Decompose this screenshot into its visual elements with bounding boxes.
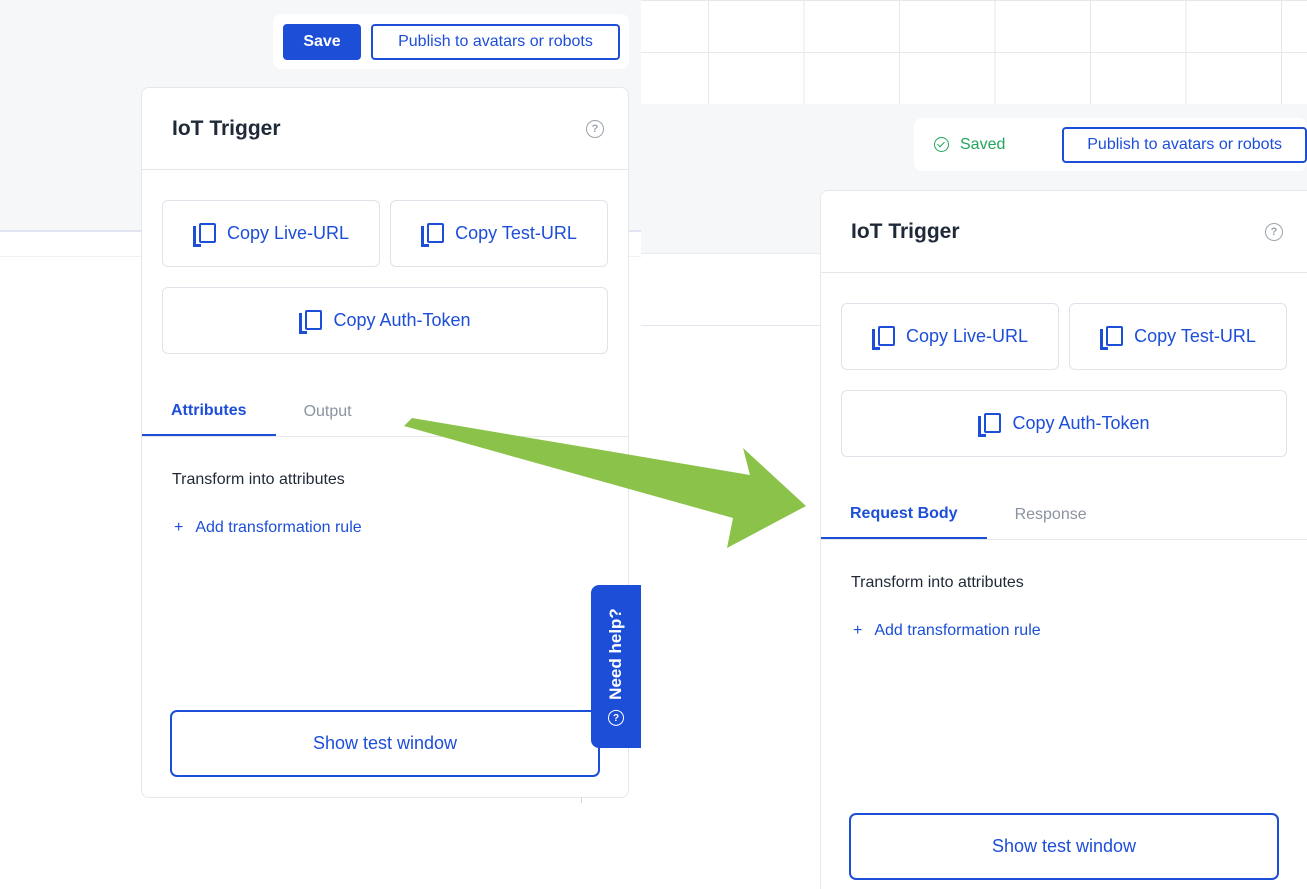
copy-live-url-button[interactable]: Copy Live-URL <box>162 200 380 267</box>
iot-trigger-panel-after: IoT Trigger ? Copy Live-URL Copy Test-UR… <box>820 190 1307 889</box>
panel-header: IoT Trigger ? <box>142 88 628 170</box>
saved-status: Saved <box>934 136 1032 154</box>
save-button[interactable]: Save <box>283 23 361 60</box>
canvas-background <box>641 326 821 889</box>
copy-url-row: Copy Live-URL Copy Test-URL <box>142 170 628 267</box>
copy-auth-token-button[interactable]: Copy Auth-Token <box>162 287 608 354</box>
copy-auth-token-button[interactable]: Copy Auth-Token <box>841 390 1287 457</box>
tab-response[interactable]: Response <box>987 491 1116 539</box>
canvas-divider <box>641 253 821 254</box>
copy-test-url-label: Copy Test-URL <box>1134 326 1256 346</box>
tab-request-body[interactable]: Request Body <box>821 491 987 539</box>
copy-test-url-label: Copy Test-URL <box>455 223 577 243</box>
panel-title: IoT Trigger <box>851 219 960 243</box>
tab-attributes[interactable]: Attributes <box>142 388 276 436</box>
section-label: Transform into attributes <box>851 574 1024 591</box>
copy-icon <box>421 222 445 247</box>
copy-live-url-label: Copy Live-URL <box>226 223 350 243</box>
copy-icon <box>871 325 895 350</box>
need-help-content: ? Need help? <box>606 608 626 726</box>
copy-icon <box>192 222 216 247</box>
need-help-label: Need help? <box>606 607 625 700</box>
copy-live-url-label: Copy Live-URL <box>905 326 1029 346</box>
add-transformation-rule-button[interactable]: + Add transformation rule <box>174 519 628 537</box>
panel-title: IoT Trigger <box>172 116 281 140</box>
copy-url-row: Copy Live-URL Copy Test-URL <box>821 273 1307 370</box>
panel-tabs: Request Body Response <box>821 491 1307 540</box>
help-circle-icon: ? <box>608 709 624 726</box>
add-transformation-rule-button[interactable]: + Add transformation rule <box>853 622 1307 640</box>
need-help-tab[interactable]: ? Need help? <box>591 585 641 748</box>
show-test-window-button[interactable]: Show test window <box>170 710 600 777</box>
help-circle-icon[interactable]: ? <box>586 119 604 138</box>
saved-label: Saved <box>960 135 1006 153</box>
copy-auth-token-label: Copy Auth-Token <box>333 310 471 330</box>
copy-live-url-button[interactable]: Copy Live-URL <box>841 303 1059 370</box>
copy-test-url-button[interactable]: Copy Test-URL <box>1069 303 1287 370</box>
canvas-grid <box>641 0 1307 104</box>
add-rule-label: Add transformation rule <box>195 519 362 536</box>
help-circle-icon[interactable]: ? <box>1265 222 1283 241</box>
publish-button[interactable]: Publish to avatars or robots <box>1062 126 1307 163</box>
publish-button[interactable]: Publish to avatars or robots <box>371 23 620 60</box>
add-rule-label: Add transformation rule <box>874 622 1041 639</box>
section-label: Transform into attributes <box>172 471 345 488</box>
toolbar-after: Saved Publish to avatars or robots <box>914 118 1307 171</box>
copy-icon <box>299 309 323 334</box>
canvas-background <box>641 254 821 326</box>
panel-header: IoT Trigger ? <box>821 191 1307 273</box>
copy-auth-token-label: Copy Auth-Token <box>1012 413 1150 433</box>
panel-tabs: Attributes Output <box>142 388 628 437</box>
show-test-window-button[interactable]: Show test window <box>849 813 1279 880</box>
copy-icon <box>978 412 1002 437</box>
copy-test-url-button[interactable]: Copy Test-URL <box>390 200 608 267</box>
plus-icon: + <box>174 519 184 536</box>
tab-output[interactable]: Output <box>276 388 381 436</box>
copy-icon <box>1100 325 1124 350</box>
iot-trigger-panel-before: IoT Trigger ? Copy Live-URL Copy Test-UR… <box>141 87 629 798</box>
toolbar-before: Save Publish to avatars or robots <box>273 14 629 69</box>
check-circle-icon <box>934 137 949 152</box>
plus-icon: + <box>853 622 863 639</box>
canvas-divider <box>641 325 821 326</box>
